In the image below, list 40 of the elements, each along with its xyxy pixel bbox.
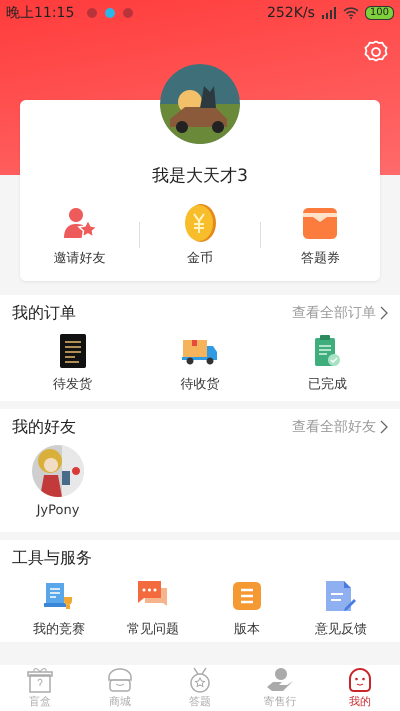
gift-box-icon [27, 667, 53, 693]
tool-label[interactable]: 我的竞赛 [33, 620, 85, 638]
notification-icon [122, 7, 134, 19]
friend-name[interactable]: JyPony [36, 503, 80, 518]
hand-coin-icon [266, 667, 294, 693]
document-pen-icon [325, 580, 357, 612]
truck-icon [182, 337, 218, 365]
document-trophy-icon [44, 581, 74, 611]
stat-label[interactable]: 金币 [186, 249, 213, 267]
wifi-icon [342, 7, 359, 19]
notification-icon [86, 7, 98, 19]
notification-icon [104, 7, 116, 19]
stat-label[interactable]: 答题券 [300, 249, 340, 267]
face-icon [347, 667, 373, 693]
user-name: 我是大天才3 [152, 165, 248, 187]
order-status-label[interactable]: 待发货 [53, 375, 92, 393]
section-title: 我的好友 [12, 416, 77, 438]
list-icon [233, 582, 261, 610]
shop-icon [107, 667, 133, 693]
order-status-label[interactable]: 已完成 [308, 375, 347, 393]
tool-label[interactable]: 版本 [234, 620, 260, 638]
section-title: 工具与服务 [12, 548, 93, 568]
tool-label[interactable]: 意见反馈 [315, 620, 367, 638]
clipboard-check-icon [314, 335, 340, 367]
network-speed: 252K/s [266, 5, 315, 21]
tool-label[interactable]: 常见问题 [127, 620, 179, 638]
section-title: 我的订单 [12, 302, 77, 324]
order-status-label[interactable]: 待收货 [180, 375, 220, 393]
coin-icon [182, 203, 217, 243]
person-star-icon [62, 206, 97, 240]
signal-icon [320, 7, 337, 19]
settings-icon[interactable] [364, 40, 388, 64]
battery-level: 100 [364, 6, 394, 20]
chevron-right-icon [380, 420, 388, 434]
wallet-icon [302, 205, 338, 241]
tab[interactable]: 我的 [320, 665, 400, 711]
stat-label[interactable]: 邀请好友 [54, 249, 106, 267]
chevron-right-icon [380, 306, 388, 320]
document-icon [60, 334, 86, 368]
status-time: 晚上11:15 [6, 4, 74, 22]
